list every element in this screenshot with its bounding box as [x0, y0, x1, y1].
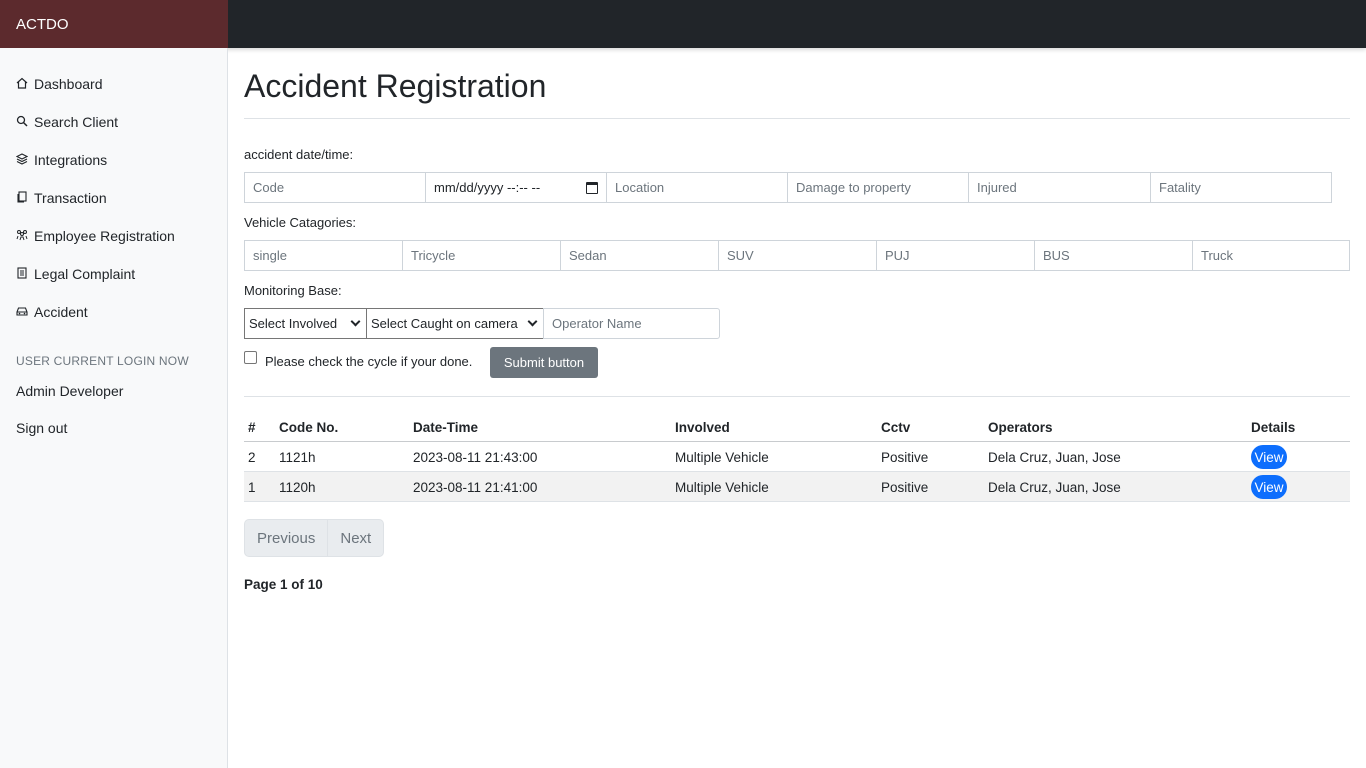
cell-datetime: 2023-08-11 21:43:00: [413, 449, 538, 465]
datetime-input[interactable]: mm/dd/yyyy --:-- --: [425, 172, 607, 203]
vehicle-puj-input[interactable]: [876, 240, 1035, 271]
header-details: Details: [1251, 419, 1296, 435]
vehicle-single-input[interactable]: [244, 240, 403, 271]
table-header-row: # Code No. Date-Time Involved Cctv Opera…: [244, 412, 1350, 442]
datetime-placeholder: mm/dd/yyyy --:-- --: [434, 180, 541, 195]
view-button[interactable]: View: [1251, 475, 1287, 499]
house-icon: [16, 77, 28, 89]
people-icon: [16, 229, 28, 240]
sidebar-item-label: Dashboard: [34, 76, 103, 92]
location-input[interactable]: [606, 172, 788, 203]
table-row: 1 1120h 2023-08-11 21:41:00 Multiple Veh…: [244, 472, 1350, 502]
next-button[interactable]: Next: [328, 520, 383, 556]
divider: [244, 118, 1350, 119]
sidebar-item-label: Search Client: [34, 114, 119, 130]
cell-details: View: [1251, 472, 1287, 502]
fatality-input[interactable]: [1150, 172, 1332, 203]
chevron-down-icon: [527, 316, 538, 327]
cell-num: 2: [248, 449, 256, 465]
document-icon: [17, 266, 27, 279]
cell-operators: Dela Cruz, Juan, Jose: [988, 449, 1121, 465]
cell-operators: Dela Cruz, Juan, Jose: [988, 479, 1121, 495]
camera-select-value: Select Caught on camera: [371, 316, 518, 331]
submit-button[interactable]: Submit button: [490, 347, 598, 378]
sidebar-item-employee-registration[interactable]: Employee Registration: [16, 226, 175, 246]
current-login-heading: USER CURRENT LOGIN NOW: [16, 354, 189, 368]
current-user-name[interactable]: Admin Developer: [16, 383, 123, 399]
cell-datetime: 2023-08-11 21:41:00: [413, 479, 538, 495]
sidebar-item-accident[interactable]: Accident: [16, 302, 88, 322]
header-involved: Involved: [675, 419, 730, 435]
accident-table: # Code No. Date-Time Involved Cctv Opera…: [244, 412, 1350, 502]
car-icon: [16, 306, 28, 316]
vehicle-categories-label: Vehicle Catagories:: [244, 215, 357, 230]
header-operators: Operators: [988, 419, 1053, 435]
header-code: Code No.: [279, 419, 339, 435]
chevron-down-icon: [350, 316, 361, 327]
vehicle-suv-input[interactable]: [718, 240, 877, 271]
sidebar-item-label: Employee Registration: [34, 228, 175, 244]
previous-button[interactable]: Previous: [245, 520, 329, 556]
cell-code: 1121h: [279, 449, 316, 465]
table-row: 2 1121h 2023-08-11 21:43:00 Multiple Veh…: [244, 442, 1350, 472]
done-checkbox[interactable]: [244, 351, 257, 364]
header-datetime: Date-Time: [413, 419, 479, 435]
damage-property-input[interactable]: [787, 172, 969, 203]
sidebar-item-integrations[interactable]: Integrations: [16, 150, 107, 170]
cell-involved: Multiple Vehicle: [675, 479, 769, 495]
monitoring-base-label: Monitoring Base:: [244, 283, 342, 298]
date-time-label: accident date/time:: [244, 147, 354, 162]
done-checkbox-label: Please check the cycle if your done.: [265, 354, 473, 369]
sidebar-item-label: Accident: [34, 304, 88, 320]
injured-input[interactable]: [968, 172, 1151, 203]
code-input[interactable]: [244, 172, 426, 203]
page-title: Accident Registration: [244, 68, 547, 104]
cell-cctv: Positive: [881, 449, 929, 465]
sidebar-item-label: Legal Complaint: [34, 266, 136, 282]
cell-code: 1120h: [279, 479, 316, 495]
sign-out-link[interactable]: Sign out: [16, 420, 67, 436]
cell-cctv: Positive: [881, 479, 929, 495]
pagination: Previous Next: [244, 519, 385, 557]
search-icon: [16, 115, 28, 127]
sidebar-item-search-client[interactable]: Search Client: [16, 112, 118, 132]
header-num: #: [248, 419, 256, 435]
operator-name-input[interactable]: [543, 308, 720, 339]
vehicle-truck-input[interactable]: [1192, 240, 1350, 271]
vehicle-tricycle-input[interactable]: [402, 240, 561, 271]
documents-icon: [17, 190, 27, 203]
vehicle-bus-input[interactable]: [1034, 240, 1193, 271]
view-button[interactable]: View: [1251, 445, 1287, 469]
cell-num: 1: [248, 479, 256, 495]
sidebar-item-legal-complaint[interactable]: Legal Complaint: [16, 264, 135, 284]
sidebar-item-label: Integrations: [34, 152, 108, 168]
vehicle-sedan-input[interactable]: [560, 240, 719, 271]
cell-details: View: [1251, 442, 1287, 472]
divider: [244, 396, 1350, 397]
layers-icon: [16, 152, 28, 165]
calendar-icon[interactable]: [586, 181, 598, 194]
sidebar-item-dashboard[interactable]: Dashboard: [16, 74, 103, 94]
brand-logo[interactable]: ACTDO: [0, 0, 228, 48]
sidebar: Dashboard Search Client Integrations Tra…: [0, 48, 228, 768]
involved-select-value: Select Involved: [249, 316, 338, 331]
page-info: Page 1 of 10: [244, 577, 323, 592]
sidebar-item-transaction[interactable]: Transaction: [16, 188, 107, 208]
camera-select[interactable]: Select Caught on camera: [366, 308, 544, 339]
sidebar-item-label: Transaction: [34, 190, 107, 206]
cell-involved: Multiple Vehicle: [675, 449, 769, 465]
involved-select[interactable]: Select Involved: [244, 308, 367, 339]
header-cctv: Cctv: [881, 419, 911, 435]
